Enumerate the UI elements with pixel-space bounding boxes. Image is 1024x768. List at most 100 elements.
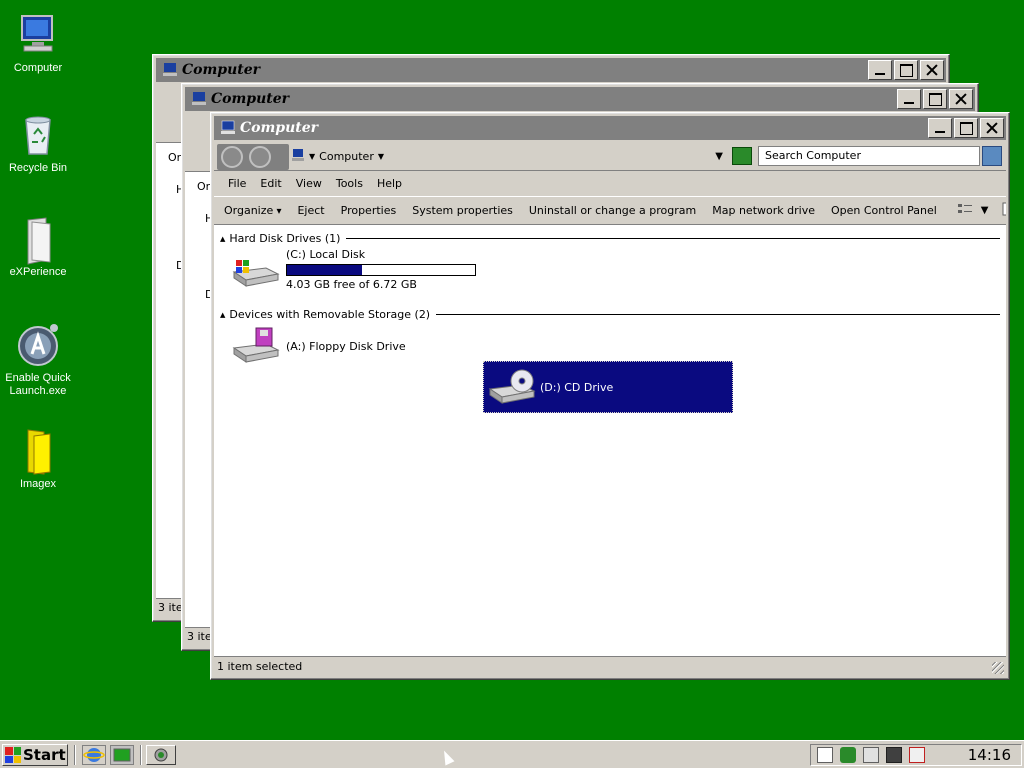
search-icon[interactable]: [982, 146, 1002, 166]
computer-icon: [16, 12, 60, 56]
collapse-icon[interactable]: ▲: [220, 235, 225, 243]
desktop-icon-imagex[interactable]: Imagex: [0, 428, 76, 491]
computer-icon: [291, 148, 305, 165]
desktop-icon-computer[interactable]: Computer: [0, 12, 76, 75]
title-bar[interactable]: Computer: [185, 87, 975, 111]
map-network-drive-button[interactable]: Map network drive: [712, 204, 815, 217]
group-label: Devices with Removable Storage (2): [229, 308, 431, 321]
menu-bar: File Edit View Tools Help: [214, 171, 1006, 197]
maximize-button[interactable]: [923, 89, 947, 109]
open-control-panel-button[interactable]: Open Control Panel: [831, 204, 937, 217]
breadcrumb-arrow-icon[interactable]: ▼: [309, 152, 315, 161]
views-icon[interactable]: [957, 203, 973, 218]
menu-edit[interactable]: Edit: [260, 177, 281, 190]
title-bar[interactable]: Computer: [156, 58, 946, 82]
window-title: Computer: [211, 91, 290, 107]
drive-c-usage-bar: [286, 264, 476, 276]
desktop-icon-label: Computer: [13, 62, 63, 74]
window-title: Computer: [182, 62, 261, 78]
system-tray: 14:16: [810, 744, 1022, 766]
close-button[interactable]: [949, 89, 973, 109]
minimize-button[interactable]: [868, 60, 892, 80]
eject-button[interactable]: Eject: [297, 204, 324, 217]
folder-icon: [16, 216, 60, 265]
search-input[interactable]: Search Computer: [758, 146, 980, 166]
desktop-icon-label: Enable Quick Launch.exe: [5, 372, 71, 397]
system-properties-button[interactable]: System properties: [412, 204, 513, 217]
menu-file[interactable]: File: [228, 177, 246, 190]
command-bar: Organize Eject Properties System propert…: [214, 197, 1006, 225]
group-header-hard-disk[interactable]: ▲ Hard Disk Drives (1): [220, 232, 1000, 245]
breadcrumb-arrow-icon[interactable]: ▼: [378, 152, 384, 161]
security-shield-icon[interactable]: [840, 747, 856, 763]
start-button[interactable]: Start: [2, 744, 68, 766]
internet-explorer-icon[interactable]: [82, 745, 106, 765]
properties-button[interactable]: Properties: [341, 204, 397, 217]
taskbar-separator: [74, 745, 76, 765]
taskbar-window-button[interactable]: [146, 745, 176, 765]
refresh-button[interactable]: [732, 147, 752, 165]
forward-button[interactable]: [249, 146, 271, 168]
desktop-icon-label: Imagex: [19, 478, 57, 490]
status-bar: 1 item selected: [214, 656, 1006, 676]
minimize-button[interactable]: [928, 118, 952, 138]
desktop-icon-label: eXPerience: [9, 266, 67, 278]
window-body: ▼ Computer ▼ ▼ Search Computer File Edit…: [214, 141, 1006, 676]
desktop-icon-experience[interactable]: eXPerience: [0, 216, 76, 279]
start-label: Start: [23, 746, 66, 764]
windows-flag-icon: [5, 747, 21, 763]
quick-launch-app-icon: [16, 322, 60, 366]
close-button[interactable]: [920, 60, 944, 80]
network-icon[interactable]: [886, 747, 902, 763]
drive-c[interactable]: (C:) Local Disk 4.03 GB free of 6.72 GB: [230, 248, 476, 291]
collapse-icon[interactable]: ▲: [220, 311, 225, 319]
menu-view[interactable]: View: [296, 177, 322, 190]
uninstall-program-button[interactable]: Uninstall or change a program: [529, 204, 696, 217]
explorer-window-front[interactable]: Computer ▼ Computer ▼ ▼ Search Computer: [210, 112, 1010, 680]
resize-grip[interactable]: [992, 662, 1004, 674]
cd-drive-icon: [486, 367, 536, 407]
views-dropdown-icon[interactable]: ▼: [981, 205, 989, 216]
taskbar: Start 14:16: [0, 740, 1024, 768]
breadcrumb-location[interactable]: Computer: [319, 150, 374, 163]
preview-pane-icon[interactable]: [1002, 202, 1006, 219]
drive-c-free-space: 4.03 GB free of 6.72 GB: [286, 278, 417, 291]
drive-a[interactable]: (A:) Floppy Disk Drive: [230, 326, 406, 366]
notepad-icon[interactable]: [817, 747, 833, 763]
drive-c-name: (C:) Local Disk: [286, 248, 366, 261]
recycle-bin-icon: [16, 112, 60, 156]
flag-icon[interactable]: [863, 747, 879, 763]
show-desktop-icon[interactable]: [110, 745, 134, 765]
group-label: Hard Disk Drives (1): [229, 232, 341, 245]
clock[interactable]: 14:16: [968, 746, 1011, 764]
organize-button[interactable]: Organize: [224, 204, 281, 217]
maximize-button[interactable]: [894, 60, 918, 80]
yellow-folder-icon: [16, 428, 60, 475]
close-button[interactable]: [980, 118, 1004, 138]
volume-muted-icon[interactable]: [909, 747, 925, 763]
ghost-organize: Or: [168, 151, 182, 164]
desktop-icon-label: Recycle Bin: [8, 162, 68, 174]
ghost-organize: Or: [197, 180, 211, 193]
desktop-icon-recycle-bin[interactable]: Recycle Bin: [0, 112, 76, 175]
minimize-button[interactable]: [897, 89, 921, 109]
window-title: Computer: [240, 120, 319, 136]
address-dropdown-icon[interactable]: ▼: [715, 151, 723, 162]
title-bar[interactable]: Computer: [214, 116, 1006, 140]
back-button[interactable]: [221, 146, 243, 168]
maximize-button[interactable]: [954, 118, 978, 138]
computer-icon: [220, 120, 236, 136]
address-bar[interactable]: ▼ Computer ▼ ▼: [289, 145, 727, 167]
computer-icon: [191, 91, 207, 107]
taskbar-separator: [140, 745, 142, 765]
hard-drive-icon: [230, 250, 280, 290]
group-header-removable[interactable]: ▲ Devices with Removable Storage (2): [220, 308, 1000, 321]
drive-d[interactable]: (D:) CD Drive: [483, 361, 733, 413]
desktop-icon-enable-quick-launch[interactable]: Enable Quick Launch.exe: [0, 322, 76, 398]
file-list[interactable]: ▲ Hard Disk Drives (1) (C:) Local Disk 4…: [214, 226, 1006, 656]
drive-a-name: (A:) Floppy Disk Drive: [286, 339, 406, 353]
computer-icon: [162, 62, 178, 78]
menu-help[interactable]: Help: [377, 177, 402, 190]
menu-tools[interactable]: Tools: [336, 177, 363, 190]
navigation-buttons: [217, 144, 289, 170]
